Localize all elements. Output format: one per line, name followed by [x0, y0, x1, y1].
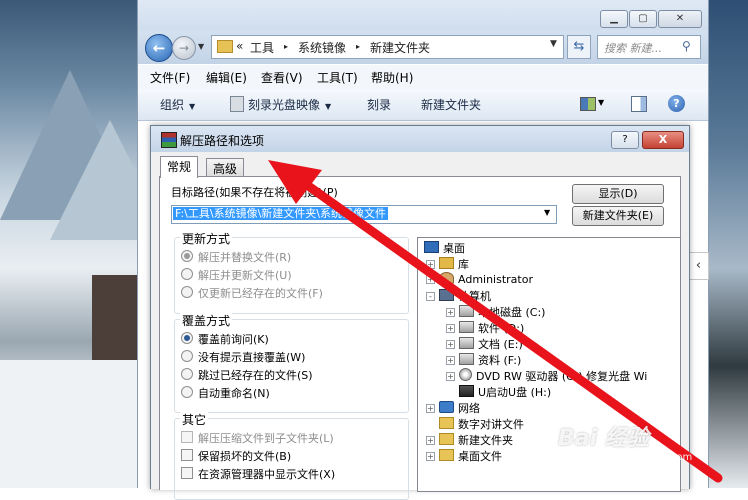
minimize-button[interactable]: ▁	[600, 10, 628, 28]
usb-drive-icon	[459, 385, 474, 397]
desktop-icon	[424, 241, 439, 253]
preview-pane-icon[interactable]	[631, 96, 647, 112]
tab-advanced[interactable]: 高级	[206, 158, 245, 177]
side-scroll-handle[interactable]: ‹	[688, 252, 709, 280]
radio-auto-rename[interactable]: 自动重命名(N)	[181, 385, 270, 401]
group-title: 其它	[180, 411, 209, 428]
group-title: 更新方式	[180, 230, 233, 247]
breadcrumb-item[interactable]: 系统镜像	[298, 39, 346, 56]
radio-update-existing[interactable]: 仅更新已经存在的文件(F)	[181, 285, 323, 301]
network-icon	[439, 401, 454, 413]
destination-path-combobox[interactable]: F:\工具\系统镜像\新建文件夹\系统镜像文件 ▼	[171, 205, 557, 224]
folder-icon	[439, 449, 454, 461]
tree-node-folder[interactable]: + 桌面文件	[426, 448, 502, 464]
view-options-icon[interactable]	[580, 97, 596, 111]
tree-node-drive-c[interactable]: + 本地磁盘 (C:)	[446, 304, 545, 320]
tree-node-computer[interactable]: - 计算机	[426, 288, 491, 304]
radio-extract-update[interactable]: 解压并更新文件(U)	[181, 267, 292, 283]
disc-image-icon	[230, 96, 244, 112]
winrar-icon	[161, 132, 177, 148]
folder-icon	[439, 417, 454, 429]
command-bar: 组织 ▼ 刻录光盘映像 ▼ 刻录 新建文件夹 ▼ ?	[138, 89, 708, 121]
folder-icon	[217, 40, 233, 53]
destination-label: 目标路径(如果不存在将被创建)(P)	[171, 186, 338, 199]
tree-node-dvd-g[interactable]: + DVD RW 驱动器 (G:) 修复光盘 Wi	[446, 368, 647, 384]
tree-node-administrator[interactable]: + Administrator	[426, 272, 533, 286]
menu-file[interactable]: 文件(F)	[150, 69, 190, 86]
watermark-url: jingyan.baidu.com	[600, 452, 693, 463]
new-folder-button[interactable]: 新建文件夹	[421, 96, 481, 113]
menu-view[interactable]: 查看(V)	[261, 69, 303, 86]
breadcrumb-separator-icon[interactable]: ▸	[356, 42, 360, 51]
search-placeholder: 搜索 新建...	[604, 42, 662, 55]
dialog-title: 解压路径和选项	[180, 134, 265, 148]
search-icon[interactable]: ⚲	[682, 39, 691, 53]
breadcrumb-item[interactable]: 工具	[250, 39, 274, 56]
breadcrumb-separator-icon[interactable]: ▸	[284, 42, 288, 51]
forward-arrow-icon[interactable]: →	[172, 36, 196, 60]
menu-edit[interactable]: 编辑(E)	[206, 69, 247, 86]
radio-extract-replace[interactable]: 解压并替换文件(R)	[181, 249, 291, 265]
tree-node-network[interactable]: + 网络	[426, 400, 480, 416]
overwrite-mode-group: 覆盖方式 覆盖前询问(K) 没有提示直接覆盖(W) 跳过已经存在的文件(S) 自…	[174, 312, 409, 413]
maximize-button[interactable]: ▢	[629, 10, 657, 28]
tree-node-folder[interactable]: 数字对讲文件	[439, 416, 524, 432]
burn-image-button[interactable]: 刻录光盘映像 ▼	[248, 96, 331, 113]
menu-help[interactable]: 帮助(H)	[371, 69, 413, 86]
tree-node-drive-f[interactable]: + 资料 (F:)	[446, 352, 521, 368]
user-icon	[439, 272, 454, 284]
radio-ask-before-overwrite[interactable]: 覆盖前询问(K)	[181, 331, 269, 347]
refresh-icon[interactable]: ⇆	[567, 35, 591, 59]
library-icon	[439, 257, 454, 269]
checkbox-show-in-explorer[interactable]: 在资源管理器中显示文件(X)	[181, 466, 335, 482]
dialog-help-button[interactable]: ?	[611, 131, 639, 149]
checkbox-extract-to-subfolder[interactable]: 解压压缩文件到子文件夹(L)	[181, 430, 334, 446]
update-mode-group: 更新方式 解压并替换文件(R) 解压并更新文件(U) 仅更新已经存在的文件(F)	[174, 230, 409, 314]
organize-button[interactable]: 组织 ▼	[160, 96, 195, 113]
back-arrow-icon[interactable]: ←	[145, 34, 173, 62]
destination-path-value[interactable]: F:\工具\系统镜像\新建文件夹\系统镜像文件	[173, 207, 389, 220]
disk-icon	[459, 337, 474, 349]
address-bar[interactable]: « 工具 ▸ 系统镜像 ▸ 新建文件夹 ▼	[211, 35, 564, 59]
tree-node-folder[interactable]: + 新建文件夹	[426, 432, 513, 448]
computer-icon	[439, 289, 454, 301]
group-title: 覆盖方式	[180, 312, 233, 329]
address-dropdown-icon[interactable]: ▼	[550, 39, 557, 49]
menu-bar: 文件(F) 编辑(E) 查看(V) 工具(T) 帮助(H)	[138, 65, 708, 90]
show-button[interactable]: 显示(D)	[572, 184, 664, 204]
tree-node-drive-d[interactable]: + 软件 (D:)	[446, 320, 524, 336]
folder-icon	[439, 433, 454, 445]
tab-general[interactable]: 常规	[160, 156, 199, 178]
dialog-close-button[interactable]: X	[642, 131, 684, 149]
breadcrumb-overflow[interactable]: «	[236, 39, 243, 53]
desktop-wallpaper-right	[707, 0, 748, 488]
disk-icon	[459, 353, 474, 365]
dvd-icon	[459, 368, 472, 381]
close-button[interactable]: ✕	[658, 10, 702, 28]
checkbox-keep-broken-files[interactable]: 保留损坏的文件(B)	[181, 448, 291, 464]
explorer-titlebar: ▁ ▢ ✕	[138, 0, 708, 34]
navigation-bar: ← → ▼ « 工具 ▸ 系统镜像 ▸ 新建文件夹 ▼ ⇆ 搜索 新建... ⚲	[138, 30, 708, 64]
radio-overwrite-without-prompt[interactable]: 没有提示直接覆盖(W)	[181, 349, 305, 365]
help-icon[interactable]: ?	[668, 95, 685, 112]
radio-skip-existing[interactable]: 跳过已经存在的文件(S)	[181, 367, 313, 383]
burn-button[interactable]: 刻录	[367, 96, 391, 113]
desktop-wallpaper-left	[0, 0, 170, 488]
new-folder-button[interactable]: 新建文件夹(E)	[572, 206, 664, 226]
baidu-watermark: Bai 经验	[558, 426, 649, 451]
tree-node-drive-e[interactable]: + 文档 (E:)	[446, 336, 523, 352]
menu-tools[interactable]: 工具(T)	[317, 69, 358, 86]
disk-icon	[459, 321, 474, 333]
view-dropdown-icon[interactable]: ▼	[598, 98, 604, 107]
chevron-down-icon[interactable]: ▼	[544, 208, 550, 217]
tree-node-usb-h[interactable]: U启动U盘 (H:)	[459, 384, 551, 400]
breadcrumb-item[interactable]: 新建文件夹	[370, 39, 430, 56]
tree-node-libraries[interactable]: + 库	[426, 256, 469, 272]
tree-node-desktop[interactable]: 桌面	[424, 240, 465, 256]
disk-icon	[459, 305, 474, 317]
search-input[interactable]: 搜索 新建... ⚲	[597, 35, 701, 59]
history-dropdown-icon[interactable]: ▼	[198, 42, 204, 51]
dialog-titlebar: 解压路径和选项 ? X	[151, 126, 689, 152]
